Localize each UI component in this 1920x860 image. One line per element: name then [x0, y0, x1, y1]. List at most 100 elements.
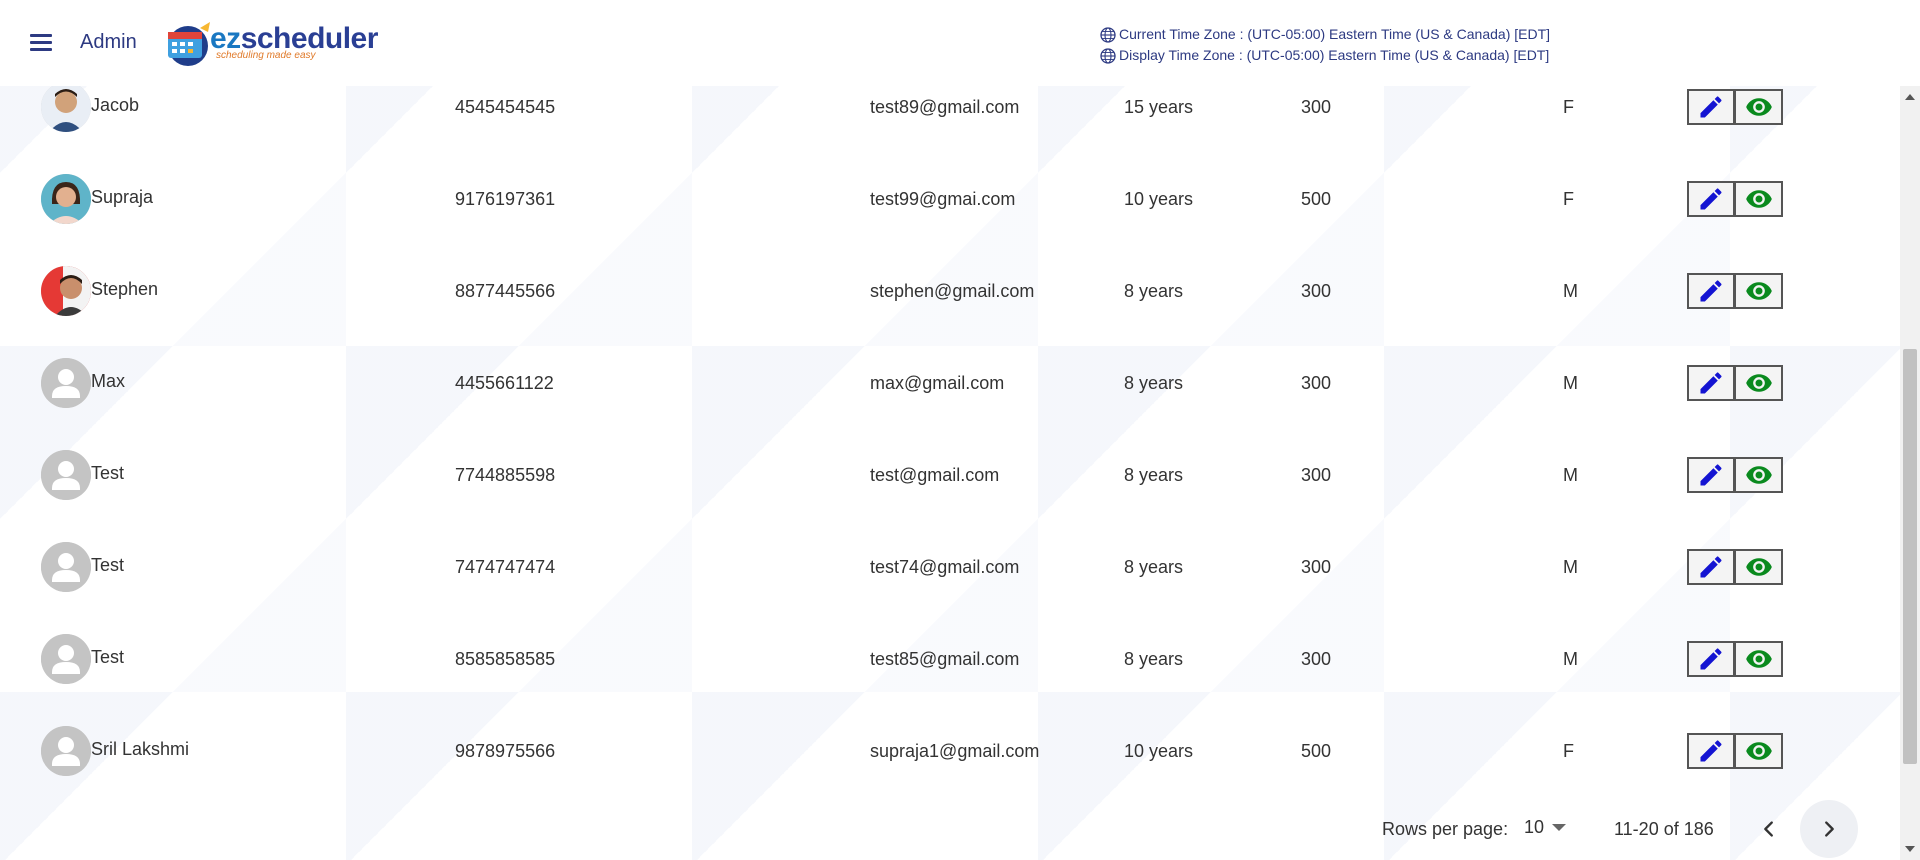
avatar [41, 82, 91, 132]
eye-icon [1745, 190, 1772, 208]
caret-down-icon [1552, 824, 1567, 831]
provider-name: Test [91, 462, 125, 483]
edit-button[interactable] [1687, 733, 1735, 769]
email-cell: supraja1@gmail.com [870, 740, 1040, 761]
display-timezone[interactable]: Display Time Zone : (UTC-05:00) Eastern … [1100, 45, 1550, 66]
phone-number-cell: 8585858585 [455, 648, 556, 669]
rows-per-page-select[interactable]: 10 [1524, 817, 1567, 838]
vertical-scrollbar[interactable] [1900, 86, 1920, 860]
scrollbar-thumb[interactable] [1903, 349, 1917, 764]
view-button[interactable] [1735, 273, 1783, 309]
row-actions [1687, 521, 1783, 613]
row-actions [1687, 429, 1783, 521]
user-photo-icon [41, 174, 91, 224]
provider-name: Test [91, 646, 125, 667]
eye-icon [1745, 282, 1772, 300]
row-actions [1687, 337, 1783, 429]
email-cell: test@gmail.com [870, 464, 1000, 485]
scroll-down-arrow-icon[interactable] [1905, 846, 1915, 852]
default-avatar-icon [41, 358, 91, 408]
view-button[interactable] [1735, 641, 1783, 677]
email-cell: test85@gmail.com [870, 648, 1020, 669]
rows-per-page-value: 10 [1524, 817, 1545, 837]
rate-cell: 300 [1301, 556, 1332, 577]
table-row: Sril Lakshmi 9878975566 supraja1@gmail.com… [0, 705, 1900, 797]
avatar [41, 450, 91, 500]
table-row: Max 4455661122 max@gmail.com 8 years 300 M [0, 337, 1900, 429]
rate-cell: 500 [1301, 188, 1332, 209]
timezone-info: Current Time Zone : (UTC-05:00) Eastern … [1100, 24, 1550, 66]
edit-button[interactable] [1687, 273, 1735, 309]
pencil-icon [1700, 648, 1722, 670]
default-avatar-icon [41, 634, 91, 684]
eye-icon [1745, 466, 1772, 484]
table-row: Test 7744885598 test@gmail.com 8 years 300 M [0, 429, 1900, 521]
edit-button[interactable] [1687, 89, 1735, 125]
avatar [41, 358, 91, 408]
view-button[interactable] [1735, 733, 1783, 769]
eye-icon [1745, 374, 1772, 392]
phone-number-cell: 9176197361 [455, 188, 556, 209]
email-cell: test74@gmail.com [870, 556, 1020, 577]
top-bar: Admin ezscheduler scheduling made easy C… [0, 0, 1900, 86]
rate-cell: 300 [1301, 648, 1332, 669]
experience-cell: 8 years [1124, 556, 1184, 577]
phone-number-cell: 7474747474 [455, 556, 556, 577]
pencil-icon [1700, 740, 1722, 762]
view-button[interactable] [1735, 365, 1783, 401]
next-page-button[interactable] [1800, 800, 1858, 858]
eye-icon [1745, 742, 1772, 760]
ezscheduler-logo[interactable]: ezscheduler scheduling made easy [158, 18, 378, 68]
rate-cell: 300 [1301, 372, 1332, 393]
phone-number-cell: 8877445566 [455, 280, 556, 301]
rate-cell: 300 [1301, 464, 1332, 485]
current-timezone: Current Time Zone : (UTC-05:00) Eastern … [1100, 24, 1550, 45]
avatar [41, 266, 91, 316]
email-cell: max@gmail.com [870, 372, 1005, 393]
gender-cell: M [1563, 648, 1578, 669]
pencil-icon [1700, 372, 1722, 394]
avatar [41, 726, 91, 776]
edit-button[interactable] [1687, 641, 1735, 677]
eye-icon [1745, 558, 1772, 576]
globe-icon [1100, 26, 1116, 43]
view-button[interactable] [1735, 549, 1783, 585]
experience-cell: 8 years [1124, 648, 1184, 669]
table-row: Test 8585858585 test85@gmail.com 8 years 300… [0, 613, 1900, 705]
chevron-right-icon [1825, 821, 1834, 837]
pencil-icon [1700, 464, 1722, 486]
previous-page-button[interactable] [1740, 800, 1798, 858]
provider-name: Test [91, 554, 125, 575]
gender-cell: M [1563, 280, 1578, 301]
rate-cell: 300 [1301, 280, 1332, 301]
phone-number-cell: 9878975566 [455, 740, 556, 761]
experience-cell: 8 years [1124, 464, 1184, 485]
row-actions [1687, 705, 1783, 797]
pencil-icon [1700, 556, 1722, 578]
edit-button[interactable] [1687, 181, 1735, 217]
table-row: Stephen 8877445566 stephen@gmail.com 8 year… [0, 245, 1900, 337]
user-photo-icon [41, 266, 91, 316]
rate-cell: 500 [1301, 740, 1332, 761]
edit-button[interactable] [1687, 457, 1735, 493]
row-actions [1687, 153, 1783, 245]
email-cell: stephen@gmail.com [870, 280, 1035, 301]
gender-cell: M [1563, 464, 1578, 485]
scroll-up-arrow-icon[interactable] [1905, 94, 1915, 100]
admin-label: Admin [80, 31, 137, 53]
email-cell: test99@gmai.com [870, 188, 1016, 209]
edit-button[interactable] [1687, 549, 1735, 585]
default-avatar-icon [41, 542, 91, 592]
globe-icon [1100, 47, 1116, 64]
gender-cell: F [1563, 188, 1574, 209]
pencil-icon [1700, 188, 1722, 210]
calendar-logo-icon [168, 22, 210, 66]
view-button[interactable] [1735, 89, 1783, 125]
view-button[interactable] [1735, 457, 1783, 493]
hamburger-menu-icon[interactable] [28, 30, 56, 58]
experience-cell: 10 years [1124, 740, 1194, 761]
view-button[interactable] [1735, 181, 1783, 217]
eye-icon [1745, 650, 1772, 668]
edit-button[interactable] [1687, 365, 1735, 401]
pencil-icon [1700, 96, 1722, 118]
